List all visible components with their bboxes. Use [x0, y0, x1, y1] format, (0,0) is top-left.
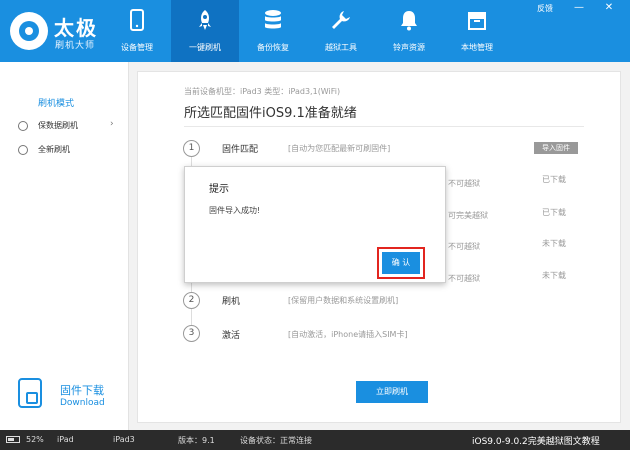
bell-icon: [401, 11, 417, 31]
wrench-icon: [332, 11, 350, 29]
jailbreak-status: 不可越狱: [448, 179, 480, 188]
close-button[interactable]: ✕: [602, 2, 616, 13]
nav-jailbreak-tools[interactable]: 越狱工具: [307, 0, 375, 62]
step-title: 固件匹配: [222, 145, 259, 155]
alert-dialog: 提示 固件导入成功! 确 认: [184, 166, 446, 283]
step-number: 1: [183, 140, 200, 157]
dialog-message: 固件导入成功!: [209, 206, 261, 215]
confirm-button[interactable]: 确 认: [382, 252, 420, 274]
jailbreak-status: 可完美越狱: [448, 211, 488, 220]
firmware-download-label: 固件下载: [60, 384, 104, 397]
ios-version: 版本：9.1: [178, 436, 215, 445]
top-bar: 太极 刷机大师 设备管理 一键刷机 备份恢复 越狱工具 铃声资源 本地管理 反馈…: [0, 0, 630, 62]
app-logo: 太极 刷机大师: [10, 10, 110, 52]
nav-label: 一键刷机: [189, 43, 221, 52]
nav-label: 备份恢复: [257, 43, 289, 52]
status-bar: 52% iPad iPad3 版本：9.1 设备状态：正常连接 iOS9.0-9…: [0, 430, 630, 450]
nav-ringtones[interactable]: 铃声资源: [375, 0, 443, 62]
download-status: 已下载: [542, 175, 566, 184]
jailbreak-tutorial-link[interactable]: iOS9.0-9.0.2完美越狱图文教程: [472, 434, 600, 447]
nav-local-management[interactable]: 本地管理: [443, 0, 511, 62]
sidebar-item-keep-data-flash[interactable]: 保数据刷机 ›: [0, 118, 128, 136]
chevron-right-icon: ›: [110, 119, 114, 129]
step-number: 2: [183, 292, 200, 309]
nav-label: 铃声资源: [393, 43, 425, 52]
sidebar: 刷机模式 保数据刷机 › 全新刷机 固件下载 Download: [0, 62, 129, 430]
nav-backup-restore[interactable]: 备份恢复: [239, 0, 307, 62]
step-title: 激活: [222, 331, 241, 341]
logo-subtitle: 刷机大师: [55, 41, 96, 51]
step-description: [保留用户数据和系统设置刷机]: [288, 296, 399, 305]
logo-title: 太极: [54, 16, 98, 40]
download-status: 未下载: [542, 271, 566, 280]
page-title: 所选匹配固件iOS9.1准备就绪: [184, 106, 357, 121]
nav-label: 越狱工具: [325, 43, 357, 52]
step-description: [自动为您匹配最新可刷固件]: [288, 144, 391, 153]
import-firmware-button[interactable]: 导入固件: [534, 142, 578, 154]
sidebar-item-label: 保数据刷机: [38, 121, 78, 130]
firmware-download-sub: Download: [60, 398, 105, 408]
taiji-logo-icon: [10, 12, 48, 50]
database-icon: [265, 10, 281, 29]
box-icon: [468, 12, 486, 30]
nav-one-click-flash[interactable]: 一键刷机: [171, 0, 239, 62]
step-title: 刷机: [222, 297, 241, 307]
device-model: iPad3: [113, 435, 135, 444]
firmware-download-icon: [18, 378, 42, 408]
battery-level: 52%: [26, 435, 44, 444]
nav-label: 设备管理: [121, 43, 153, 52]
device-info: 当前设备机型：iPad3 类型：iPad3,1(WiFi): [184, 87, 341, 96]
rocket-icon: [199, 10, 211, 30]
nav-label: 本地管理: [461, 43, 493, 52]
dialog-title: 提示: [209, 184, 229, 195]
battery-icon: [6, 436, 20, 443]
check-circle-icon: [18, 121, 28, 131]
download-status: 未下载: [542, 239, 566, 248]
phone-icon: [130, 9, 144, 31]
minimize-button[interactable]: —: [572, 2, 586, 13]
firmware-download-link[interactable]: 固件下载 Download: [18, 378, 118, 418]
device-state: 设备状态：正常连接: [240, 436, 312, 445]
nav-device-management[interactable]: 设备管理: [103, 0, 171, 62]
download-status: 已下载: [542, 208, 566, 217]
start-flash-button[interactable]: 立即刷机: [356, 381, 428, 403]
feedback-link[interactable]: 反馈: [537, 3, 553, 14]
sidebar-title: 刷机模式: [38, 99, 75, 109]
sidebar-item-fresh-flash[interactable]: 全新刷机: [0, 142, 128, 160]
device-name: iPad: [57, 435, 74, 444]
step-description: [自动激活，iPhone请插入SIM卡]: [288, 330, 408, 339]
divider: [184, 126, 584, 127]
highlight-box: 确 认: [377, 247, 425, 279]
step-number: 3: [183, 325, 200, 342]
jailbreak-status: 不可越狱: [448, 274, 480, 283]
jailbreak-status: 不可越狱: [448, 242, 480, 251]
radio-icon: [18, 145, 28, 155]
sidebar-item-label: 全新刷机: [38, 145, 70, 154]
